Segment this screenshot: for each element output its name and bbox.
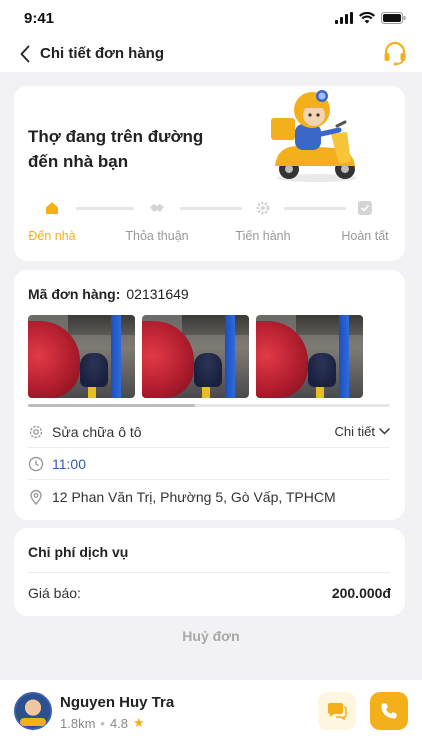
page-title: Chi tiết đơn hàng <box>40 45 164 62</box>
star-icon: ★ <box>133 715 145 730</box>
home-icon <box>46 202 58 214</box>
driver-rating: 4.8 <box>109 715 129 731</box>
detail-label: Chi tiết <box>334 424 375 439</box>
chevron-down-icon <box>379 428 390 435</box>
status-time: 9:41 <box>24 10 55 27</box>
photo-scrollbar[interactable] <box>28 404 390 407</box>
order-code: Mã đơn hàng: 02131649 <box>28 286 189 302</box>
scooter-illustration <box>271 90 357 182</box>
cancel-order-button[interactable]: Huỷ đơn <box>0 628 422 644</box>
order-info-card: Mã đơn hàng: 02131649 Sửa chữa ô tô Chi t… <box>14 270 405 520</box>
separator-dot: • <box>100 715 105 731</box>
step-arrived: Đến nhà <box>7 196 97 243</box>
location-pin-icon <box>30 489 42 505</box>
phone-icon <box>381 703 397 719</box>
chat-button[interactable] <box>318 692 356 730</box>
address-row: 12 Phan Văn Trị, Phường 5, Gò Vấp, TPHCM <box>28 481 390 513</box>
quote-value: 200.000đ <box>331 585 391 601</box>
gear-icon <box>256 201 270 215</box>
nav-bar: Chi tiết đơn hàng <box>0 36 422 72</box>
clock-icon <box>28 456 44 471</box>
address-text: 12 Phan Văn Trị, Phường 5, Gò Vấp, TPHCM <box>52 489 336 505</box>
service-cost-card: Chi phí dịch vụ Giá báo: 200.000đ <box>14 528 405 616</box>
back-button[interactable] <box>14 42 36 66</box>
order-code-label: Mã đơn hàng: <box>28 286 121 302</box>
divider <box>28 572 390 573</box>
signal-icon <box>335 12 353 24</box>
wifi-icon <box>359 12 375 24</box>
driver-name: Nguyen Huy Tra <box>60 694 175 711</box>
battery-icon <box>381 12 406 24</box>
photo-thumbnail[interactable] <box>28 315 135 398</box>
order-code-value: 02131649 <box>126 286 189 302</box>
chat-icon <box>328 703 347 720</box>
service-name: Sửa chữa ô tô <box>52 423 142 440</box>
chevron-left-icon <box>20 45 30 63</box>
cost-title: Chi phí dịch vụ <box>28 544 129 560</box>
driver-avatar[interactable] <box>14 692 52 730</box>
photo-scrollbar-thumb[interactable] <box>28 404 195 407</box>
time-row: 11:00 <box>28 448 390 480</box>
step-label: Tiến hành <box>235 229 291 243</box>
settings-icon <box>29 425 43 438</box>
status-icons <box>335 12 406 24</box>
check-icon <box>358 201 372 215</box>
step-in-progress: Tiến hành <box>218 196 308 243</box>
photo-thumbnail[interactable] <box>256 315 363 398</box>
step-label: Đến nhà <box>28 229 76 243</box>
step-label: Hoàn tất <box>341 229 389 243</box>
photo-gallery[interactable] <box>28 315 378 400</box>
order-status-card: Thợ đang trên đường đến nhà bạn Đến nhà … <box>14 86 405 261</box>
progress-steps: Đến nhà Thỏa thuận Tiến hành Hoàn tất <box>14 196 405 246</box>
service-row: Sửa chữa ô tô Chi tiết <box>28 416 390 448</box>
photo-thumbnail[interactable] <box>142 315 249 398</box>
call-button[interactable] <box>370 692 408 730</box>
headset-icon <box>384 41 406 66</box>
step-agreement: Thỏa thuận <box>112 196 202 243</box>
driver-bar: Nguyen Huy Tra 1.8km • 4.8 ★ <box>0 680 422 750</box>
handshake-icon <box>150 204 164 212</box>
step-completed: Hoàn tất <box>320 196 410 243</box>
appointment-time: 11:00 <box>52 455 86 472</box>
driver-distance: 1.8km <box>60 715 96 731</box>
step-label: Thỏa thuận <box>125 229 189 243</box>
avatar-badge <box>20 718 46 726</box>
driver-meta: 1.8km • 4.8 ★ <box>60 715 145 731</box>
status-bar: 9:41 <box>0 0 422 36</box>
quote-label: Giá báo: <box>28 585 81 601</box>
status-message: Thợ đang trên đường đến nhà bạn <box>28 127 204 171</box>
detail-link[interactable]: Chi tiết <box>335 424 390 439</box>
support-button[interactable] <box>382 40 408 66</box>
